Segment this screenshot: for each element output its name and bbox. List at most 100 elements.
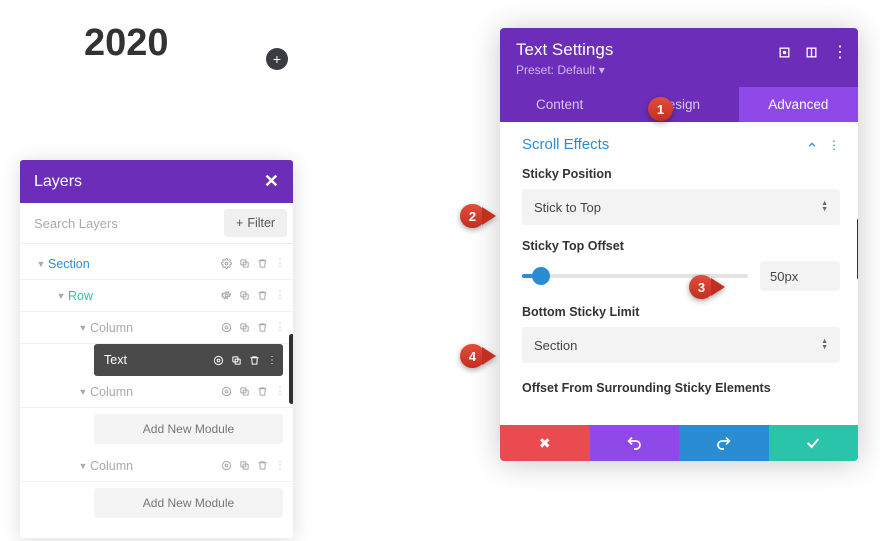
- save-button[interactable]: [769, 425, 859, 461]
- offset-value-input[interactable]: 50px: [760, 261, 840, 291]
- settings-tabs: Content Design Advanced: [500, 87, 858, 122]
- trash-icon[interactable]: [257, 386, 268, 397]
- settings-header: Text Settings Preset: Default ▾ ⋮: [500, 28, 858, 87]
- page-year: 2020: [84, 22, 169, 65]
- row-actions: ⋮: [221, 386, 285, 397]
- scrollbar[interactable]: [857, 218, 858, 280]
- copy-icon[interactable]: [239, 322, 250, 333]
- copy-icon[interactable]: [239, 290, 250, 301]
- tree-label: Row: [68, 289, 221, 303]
- tab-design[interactable]: Design: [619, 87, 738, 122]
- row-actions: ⋮: [213, 355, 277, 366]
- filter-button[interactable]: + Filter: [224, 209, 287, 237]
- gear-icon[interactable]: [221, 290, 232, 301]
- section-actions: ⋮: [806, 138, 840, 152]
- redo-icon: [716, 435, 732, 451]
- select-arrows-icon: ▲▼: [821, 339, 828, 351]
- row-actions: ⋮: [221, 258, 285, 269]
- snap-icon[interactable]: [805, 46, 818, 59]
- tree-row-column[interactable]: ▼ Column ⋮: [20, 450, 293, 482]
- callout-2: 2: [460, 204, 496, 228]
- settings-body: Scroll Effects ⋮ Sticky Position Stick t…: [500, 122, 858, 425]
- slider-thumb[interactable]: [532, 267, 550, 285]
- scrollbar[interactable]: [289, 334, 293, 404]
- more-icon[interactable]: ⋮: [832, 42, 848, 62]
- copy-icon[interactable]: [231, 355, 242, 366]
- row-actions: ⋮: [221, 322, 285, 333]
- close-icon[interactable]: ✕: [264, 171, 279, 192]
- more-icon[interactable]: ⋮: [267, 355, 277, 366]
- tab-advanced[interactable]: Advanced: [739, 87, 858, 122]
- sticky-position-select[interactable]: Stick to Top ▲▼: [522, 189, 840, 225]
- field-label-sticky-position: Sticky Position: [522, 167, 840, 181]
- layers-search-row: + Filter: [20, 203, 293, 244]
- copy-icon[interactable]: [239, 460, 250, 471]
- trash-icon[interactable]: [249, 355, 260, 366]
- select-value: Stick to Top: [534, 200, 601, 215]
- gear-icon[interactable]: [221, 460, 232, 471]
- more-icon[interactable]: ⋮: [275, 322, 285, 333]
- callout-3: 3: [689, 275, 725, 299]
- gear-icon[interactable]: [221, 258, 232, 269]
- row-actions: ⋮: [221, 290, 285, 301]
- tree-row-column[interactable]: ▼ Column ⋮: [20, 312, 293, 344]
- add-module-round-button[interactable]: +: [266, 48, 288, 70]
- text-settings-panel: Text Settings Preset: Default ▾ ⋮ Conten…: [500, 28, 858, 461]
- check-icon: [805, 435, 821, 451]
- field-label-offset-from: Offset From Surrounding Sticky Elements: [522, 379, 840, 397]
- tree-label: Column: [90, 321, 221, 335]
- trash-icon[interactable]: [257, 460, 268, 471]
- cancel-button[interactable]: ✖: [500, 425, 590, 461]
- gear-icon[interactable]: [213, 355, 224, 366]
- copy-icon[interactable]: [239, 386, 250, 397]
- tree-row-section[interactable]: ▼ Section ⋮: [20, 248, 293, 280]
- more-icon[interactable]: ⋮: [275, 258, 285, 269]
- tree-label: Column: [90, 385, 221, 399]
- chevron-down-icon[interactable]: ▼: [34, 259, 48, 269]
- layers-header: Layers ✕: [20, 160, 293, 203]
- trash-icon[interactable]: [257, 322, 268, 333]
- chevron-down-icon[interactable]: ▼: [76, 323, 90, 333]
- tree-label: Column: [90, 459, 221, 473]
- gear-icon[interactable]: [221, 322, 232, 333]
- more-icon[interactable]: ⋮: [828, 138, 840, 152]
- tab-content[interactable]: Content: [500, 87, 619, 122]
- add-module-button[interactable]: Add New Module: [94, 414, 283, 444]
- gear-icon[interactable]: [221, 386, 232, 397]
- trash-icon[interactable]: [257, 290, 268, 301]
- tree-label: Section: [48, 257, 221, 271]
- layers-tree: ▼ Section ⋮ ▼ Row ⋮ ▼ Column: [20, 244, 293, 538]
- tree-row-text-module[interactable]: Text ⋮: [94, 344, 283, 376]
- field-label-bottom-limit: Bottom Sticky Limit: [522, 305, 840, 319]
- select-value: Section: [534, 338, 577, 353]
- chevron-down-icon[interactable]: ▼: [76, 461, 90, 471]
- more-icon[interactable]: ⋮: [275, 290, 285, 301]
- close-icon: ✖: [539, 435, 551, 452]
- chevron-down-icon[interactable]: ▼: [76, 387, 90, 397]
- tree-row-column[interactable]: ▼ Column ⋮: [20, 376, 293, 408]
- chevron-down-icon[interactable]: ▼: [54, 291, 68, 301]
- redo-button[interactable]: [679, 425, 769, 461]
- callout-1: 1: [648, 97, 673, 121]
- filter-label: Filter: [247, 216, 275, 230]
- bottom-limit-select[interactable]: Section ▲▼: [522, 327, 840, 363]
- chevron-up-icon[interactable]: [806, 140, 818, 150]
- preset-dropdown[interactable]: Preset: Default ▾: [516, 63, 842, 77]
- section-scroll-effects[interactable]: Scroll Effects ⋮: [522, 136, 840, 153]
- tree-row-row[interactable]: ▼ Row ⋮: [20, 280, 293, 312]
- trash-icon[interactable]: [257, 258, 268, 269]
- add-module-button[interactable]: Add New Module: [94, 488, 283, 518]
- undo-button[interactable]: [590, 425, 680, 461]
- arrow-right-icon: [482, 207, 496, 225]
- search-input[interactable]: [20, 203, 224, 243]
- layers-panel: Layers ✕ + Filter ▼ Section ⋮ ▼ Row: [20, 160, 293, 538]
- footer-actions: ✖: [500, 425, 858, 461]
- copy-icon[interactable]: [239, 258, 250, 269]
- more-icon[interactable]: ⋮: [275, 460, 285, 471]
- more-icon[interactable]: ⋮: [275, 386, 285, 397]
- fullscreen-icon[interactable]: [778, 46, 791, 59]
- arrow-right-icon: [711, 278, 725, 296]
- tree-label: Text: [104, 353, 213, 367]
- arrow-right-icon: [482, 347, 496, 365]
- layers-title: Layers: [34, 173, 82, 191]
